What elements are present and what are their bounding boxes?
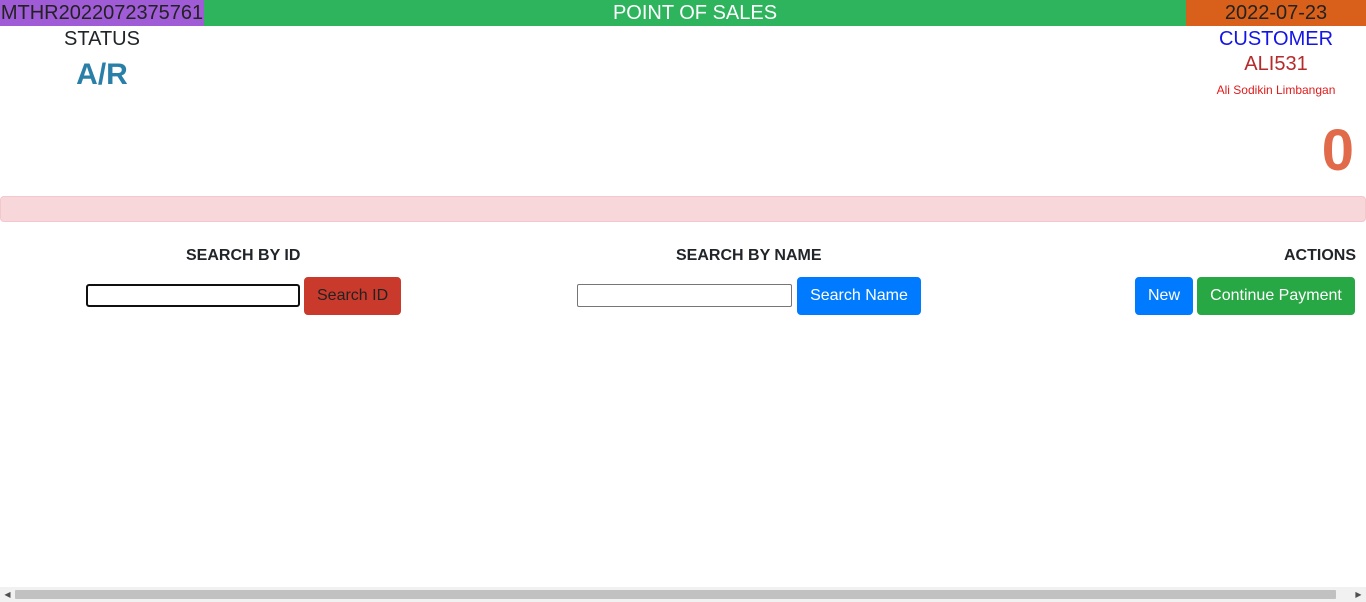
customer-id: ALI531 bbox=[1244, 53, 1308, 75]
new-button[interactable]: New bbox=[1135, 277, 1193, 315]
status-label: STATUS bbox=[64, 28, 140, 50]
page-title: POINT OF SALES bbox=[612, 2, 778, 24]
scroll-right-arrow-icon[interactable]: ▶ bbox=[1351, 587, 1366, 602]
search-by-name-heading: SEARCH BY NAME bbox=[676, 247, 822, 264]
customer-name: Ali Sodikin Limbangan bbox=[1216, 83, 1336, 97]
search-id-button[interactable]: Search ID bbox=[304, 277, 401, 315]
search-name-input[interactable] bbox=[577, 284, 792, 307]
actions-heading: ACTIONS bbox=[1284, 247, 1356, 264]
scrollbar-thumb[interactable] bbox=[15, 590, 1336, 599]
horizontal-scrollbar[interactable]: ◀ ▶ bbox=[0, 587, 1366, 602]
search-name-button[interactable]: Search Name bbox=[797, 277, 921, 315]
search-by-id-heading: SEARCH BY ID bbox=[186, 247, 301, 264]
continue-payment-button[interactable]: Continue Payment bbox=[1197, 277, 1355, 315]
customer-label: CUSTOMER bbox=[1218, 28, 1334, 50]
alert-message-bar bbox=[0, 196, 1366, 222]
scroll-left-arrow-icon[interactable]: ◀ bbox=[0, 587, 15, 602]
transaction-id: MTHR2022072375761 bbox=[0, 0, 204, 26]
status-value: A/R bbox=[76, 58, 128, 91]
top-header-bar: MTHR2022072375761 POINT OF SALES 2022-07… bbox=[0, 0, 1366, 26]
transaction-date: 2022-07-23 bbox=[1186, 0, 1366, 26]
total-amount: 0 bbox=[1321, 118, 1354, 183]
search-id-input[interactable] bbox=[86, 284, 300, 307]
